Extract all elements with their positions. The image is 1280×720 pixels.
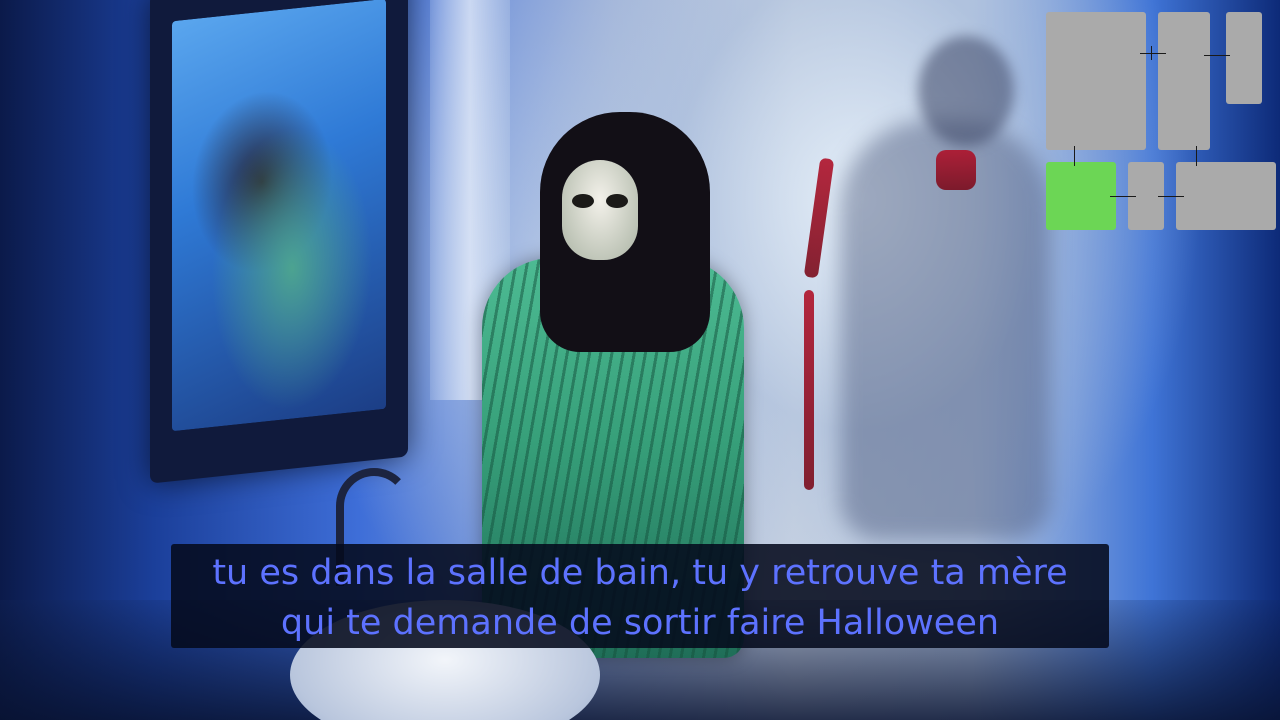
minimap (1040, 8, 1280, 238)
blood-stain (804, 290, 814, 490)
subtitle-line-1: tu es dans la salle de bain, tu y retrou… (212, 553, 1068, 593)
minimap-room (1158, 12, 1210, 150)
minimap-door (1204, 55, 1230, 56)
minimap-room (1226, 12, 1262, 104)
minimap-door (1140, 53, 1166, 54)
mask-eye (606, 194, 628, 208)
subtitle-line-2: qui te demande de sortir faire Halloween (280, 603, 1000, 643)
mirror-reflection (172, 0, 386, 432)
mask-eye (572, 194, 594, 208)
minimap-door (1110, 196, 1136, 197)
minimap-room (1046, 12, 1146, 150)
minimap-room (1176, 162, 1276, 230)
minimap-current-room (1046, 162, 1116, 230)
ghost-shadow-head (918, 36, 1014, 146)
minimap-door (1151, 46, 1152, 60)
blood-stain (936, 150, 976, 190)
subtitle-box: tu es dans la salle de bain, tu y retrou… (171, 544, 1109, 648)
mother-mask (562, 160, 638, 260)
mirror (150, 0, 408, 484)
blood-stain (803, 157, 835, 279)
minimap-door (1158, 196, 1184, 197)
minimap-door (1074, 146, 1075, 166)
minimap-door (1196, 146, 1197, 166)
